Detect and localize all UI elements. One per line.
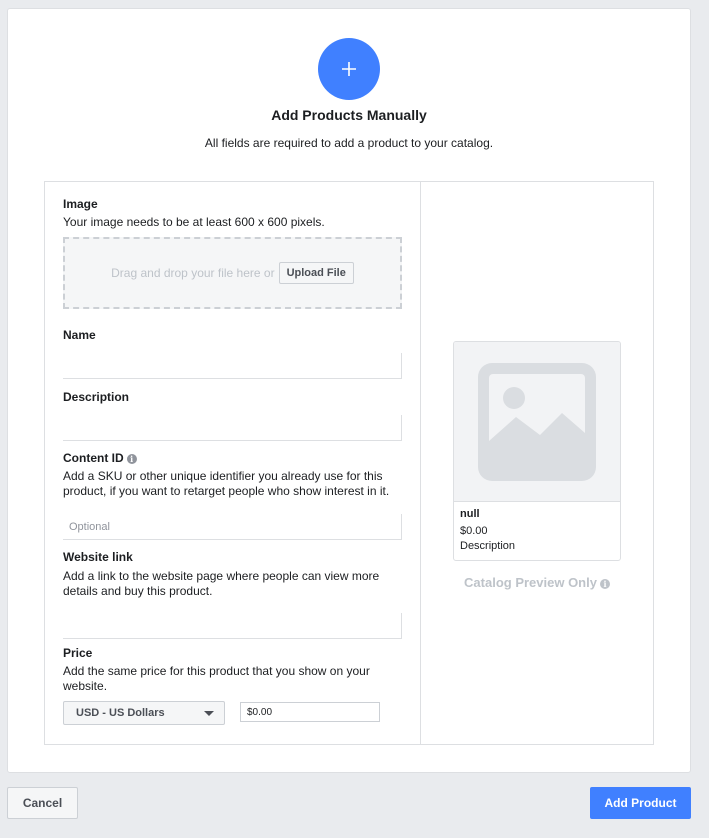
website-link-label: Website link [63, 550, 133, 564]
page-title: Add Products Manually [271, 107, 427, 123]
description-field[interactable] [63, 415, 402, 441]
currency-value: USD - US Dollars [76, 707, 165, 719]
currency-select[interactable]: USD - US Dollars [63, 701, 225, 725]
content-id-input[interactable] [63, 514, 401, 539]
dropzone-text: Drag and drop your file here or [111, 266, 275, 280]
cancel-button[interactable]: Cancel [7, 787, 78, 819]
website-link-field[interactable] [63, 613, 402, 639]
chevron-down-icon [204, 710, 214, 716]
price-label: Price [63, 646, 93, 660]
catalog-preview: null $0.00 Description Catalog Preview O… [421, 182, 653, 744]
description-input[interactable] [63, 415, 401, 440]
content-id-label: Content ID i [63, 451, 137, 465]
website-link-help: Add a link to the website page where peo… [63, 569, 380, 598]
preview-product-description: Description [460, 540, 516, 552]
plus-icon [318, 38, 380, 100]
info-icon[interactable]: i [599, 578, 610, 589]
name-input[interactable] [63, 353, 401, 378]
preview-product-name: null [460, 508, 480, 520]
content-id-label-text: Content ID [63, 451, 124, 465]
preview-product-price: $0.00 [460, 525, 488, 537]
price-input[interactable] [241, 703, 379, 721]
image-label: Image [63, 197, 98, 211]
price-help: Add the same price for this product that… [63, 664, 370, 693]
add-products-dialog: Add Products Manually All fields are req… [7, 8, 691, 773]
price-field[interactable] [240, 702, 380, 722]
product-form-panel: Image Your image needs to be at least 60… [44, 181, 654, 745]
image-help: Your image needs to be at least 600 x 60… [63, 215, 325, 229]
info-icon[interactable]: i [126, 453, 137, 464]
preview-card: null $0.00 Description [453, 341, 621, 561]
add-product-button[interactable]: Add Product [590, 787, 691, 819]
image-placeholder-icon [454, 342, 620, 502]
upload-file-button[interactable]: Upload File [278, 262, 354, 284]
content-id-help: Add a SKU or other unique identifier you… [63, 469, 390, 498]
name-label: Name [63, 328, 96, 342]
name-field[interactable] [63, 353, 402, 379]
page-subtitle: All fields are required to add a product… [204, 136, 494, 150]
preview-caption-text: Catalog Preview Only [464, 575, 597, 590]
image-dropzone[interactable]: Drag and drop your file here or Upload F… [63, 237, 402, 309]
description-label: Description [63, 390, 130, 404]
preview-caption: Catalog Preview Only i [421, 575, 653, 590]
product-form: Image Your image needs to be at least 60… [45, 182, 421, 744]
website-link-input[interactable] [63, 613, 401, 638]
content-id-field[interactable] [63, 514, 402, 540]
